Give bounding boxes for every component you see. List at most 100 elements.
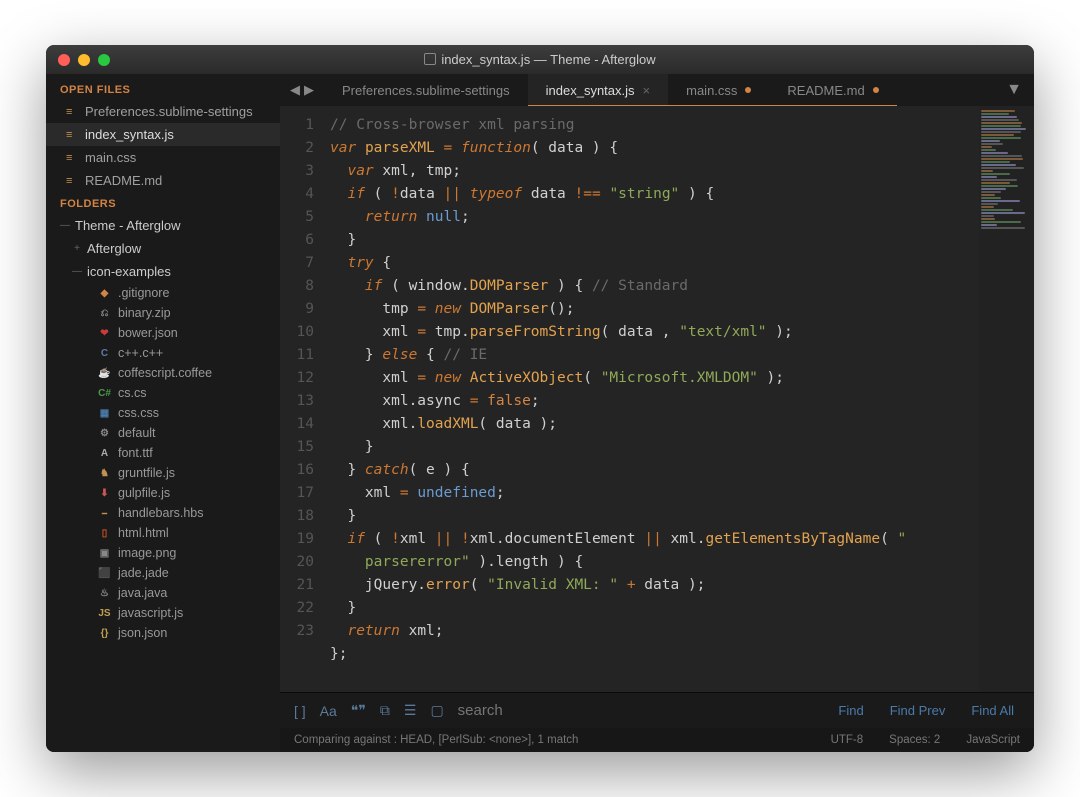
filetype-icon: ⎌ bbox=[98, 307, 111, 320]
line-number-gutter: 1234567891011121314151617181920212223 bbox=[280, 106, 324, 692]
code-area[interactable]: // Cross-browser xml parsingvar parseXML… bbox=[324, 106, 979, 692]
file-name: jade.jade bbox=[118, 566, 169, 580]
editor[interactable]: 1234567891011121314151617181920212223 //… bbox=[280, 106, 1034, 692]
file-name: gulpfile.js bbox=[118, 486, 170, 500]
file-tree-item[interactable]: JSjavascript.js bbox=[46, 603, 280, 623]
file-tree-item[interactable]: Cc++.c++ bbox=[46, 343, 280, 363]
file-name: bower.json bbox=[118, 326, 178, 340]
folders-header: FOLDERS bbox=[46, 192, 280, 214]
search-input[interactable] bbox=[458, 702, 819, 719]
expand-icon: + bbox=[72, 243, 82, 254]
status-encoding[interactable]: UTF-8 bbox=[831, 734, 864, 746]
traffic-lights bbox=[46, 54, 110, 66]
file-tree-item[interactable]: ⎯ handlebars.hbs bbox=[46, 503, 280, 523]
open-file-item[interactable]: ≡ README.md bbox=[46, 169, 280, 192]
folder-root[interactable]: —Theme - Afterglow bbox=[46, 214, 280, 237]
file-name: .gitignore bbox=[118, 286, 169, 300]
file-icon bbox=[424, 53, 436, 65]
editor-tab[interactable]: index_syntax.js× bbox=[528, 74, 668, 106]
sidebar[interactable]: OPEN FILES ≡Preferences.sublime-settings… bbox=[46, 74, 280, 752]
file-name: css.css bbox=[118, 406, 159, 420]
close-window-button[interactable] bbox=[58, 54, 70, 66]
file-name: coffescript.coffee bbox=[118, 366, 212, 380]
file-tree-item[interactable]: {}json.json bbox=[46, 623, 280, 643]
file-tree-item[interactable]: ⬛ jade.jade bbox=[46, 563, 280, 583]
filetype-icon: ⎯ bbox=[98, 507, 111, 520]
minimize-window-button[interactable] bbox=[78, 54, 90, 66]
filetype-icon: JS bbox=[98, 607, 111, 620]
file-name: c++.c++ bbox=[118, 346, 163, 360]
filetype-icon: {} bbox=[98, 627, 111, 640]
window-title: index_syntax.js — Theme - Afterglow bbox=[46, 52, 1034, 67]
status-syntax[interactable]: JavaScript bbox=[966, 734, 1020, 746]
folder-afterglow[interactable]: +Afterglow bbox=[46, 237, 280, 260]
file-name: binary.zip bbox=[118, 306, 171, 320]
open-file-item[interactable]: ≡ index_syntax.js bbox=[46, 123, 280, 146]
open-file-item[interactable]: ≡main.css bbox=[46, 146, 280, 169]
file-tree-item[interactable]: ☕coffescript.coffee bbox=[46, 363, 280, 383]
nav-back-icon[interactable]: ◀ bbox=[290, 82, 300, 98]
file-name: index_syntax.js bbox=[85, 127, 174, 142]
open-file-item[interactable]: ≡Preferences.sublime-settings bbox=[46, 100, 280, 123]
file-tree-item[interactable]: Afont.ttf bbox=[46, 443, 280, 463]
file-tree-item[interactable]: ◆.gitignore bbox=[46, 283, 280, 303]
editor-tab[interactable]: main.css bbox=[668, 74, 769, 106]
file-tree-item[interactable]: ▯html.html bbox=[46, 523, 280, 543]
editor-tab[interactable]: README.md bbox=[769, 74, 896, 106]
dirty-indicator-icon bbox=[873, 87, 879, 93]
nav-forward-icon[interactable]: ▶ bbox=[304, 82, 314, 98]
file-name: handlebars.hbs bbox=[118, 506, 203, 520]
wrap-icon[interactable]: ☰ bbox=[404, 702, 417, 719]
case-sensitive-icon[interactable]: Aa bbox=[320, 703, 337, 719]
find-prev-button[interactable]: Find Prev bbox=[884, 703, 952, 718]
link-icon[interactable]: ⧉ bbox=[380, 702, 390, 719]
file-tree-item[interactable]: ⬇ gulpfile.js bbox=[46, 483, 280, 503]
filetype-icon: A bbox=[98, 447, 111, 460]
file-tree-item[interactable]: ♞ gruntfile.js bbox=[46, 463, 280, 483]
file-tree-item[interactable]: ⎌ binary.zip bbox=[46, 303, 280, 323]
filetype-icon: ▣ bbox=[98, 547, 111, 560]
filetype-icon: ⚙ bbox=[98, 427, 111, 440]
tab-bar: ◀ ▶ Preferences.sublime-settingsindex_sy… bbox=[280, 74, 1034, 106]
file-name: gruntfile.js bbox=[118, 466, 175, 480]
file-name: image.png bbox=[118, 546, 176, 560]
status-left: Comparing against : HEAD, [PerlSub: <non… bbox=[294, 734, 578, 746]
close-tab-icon[interactable]: × bbox=[643, 83, 651, 98]
file-icon: ≡ bbox=[66, 175, 78, 187]
minimap[interactable] bbox=[979, 106, 1034, 692]
file-name: html.html bbox=[118, 526, 169, 540]
app-window: index_syntax.js — Theme - Afterglow OPEN… bbox=[46, 45, 1034, 752]
search-bar: [ ] Aa ❝❞ ⧉ ☰ ▢ Find Find Prev Find All bbox=[280, 692, 1034, 728]
file-name: java.java bbox=[118, 586, 167, 600]
filetype-icon: ♞ bbox=[98, 467, 111, 480]
folder-icon-examples[interactable]: —icon-examples bbox=[46, 260, 280, 283]
titlebar[interactable]: index_syntax.js — Theme - Afterglow bbox=[46, 45, 1034, 74]
file-tree-item[interactable]: ♨java.java bbox=[46, 583, 280, 603]
main-area: ◀ ▶ Preferences.sublime-settingsindex_sy… bbox=[280, 74, 1034, 752]
status-bar: Comparing against : HEAD, [PerlSub: <non… bbox=[280, 728, 1034, 752]
file-tree-item[interactable]: C#cs.cs bbox=[46, 383, 280, 403]
editor-tab[interactable]: Preferences.sublime-settings bbox=[324, 74, 528, 106]
filetype-icon: ⬇ bbox=[98, 487, 111, 500]
status-indent[interactable]: Spaces: 2 bbox=[889, 734, 940, 746]
dirty-indicator-icon bbox=[745, 87, 751, 93]
file-name: font.ttf bbox=[118, 446, 153, 460]
file-tree-item[interactable]: ▣ image.png bbox=[46, 543, 280, 563]
file-tree-item[interactable]: ▦css.css bbox=[46, 403, 280, 423]
find-button[interactable]: Find bbox=[832, 703, 869, 718]
file-tree-item[interactable]: ⚙default bbox=[46, 423, 280, 443]
file-name: README.md bbox=[85, 173, 162, 188]
file-name: main.css bbox=[85, 150, 136, 165]
find-all-button[interactable]: Find All bbox=[965, 703, 1020, 718]
tab-overflow-button[interactable]: ▼ bbox=[994, 74, 1034, 106]
inselection-icon[interactable]: ▢ bbox=[430, 702, 443, 719]
file-icon: ≡ bbox=[66, 129, 78, 141]
tab-history-nav: ◀ ▶ bbox=[280, 74, 324, 106]
tab-label: README.md bbox=[787, 83, 864, 98]
file-name: Preferences.sublime-settings bbox=[85, 104, 253, 119]
quote-icon[interactable]: ❝❞ bbox=[351, 702, 366, 719]
filetype-icon: ⬛ bbox=[98, 567, 111, 580]
file-tree-item[interactable]: ❤bower.json bbox=[46, 323, 280, 343]
fullscreen-window-button[interactable] bbox=[98, 54, 110, 66]
regex-icon[interactable]: [ ] bbox=[294, 703, 306, 719]
